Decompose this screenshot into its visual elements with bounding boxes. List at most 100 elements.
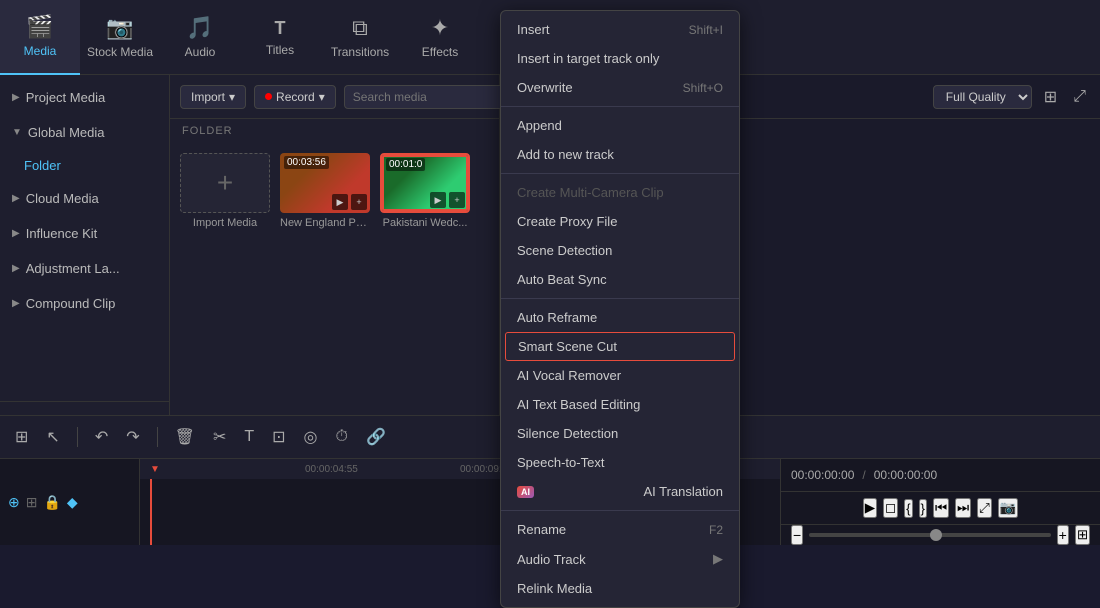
menu-scene-detection[interactable]: Scene Detection <box>501 236 739 265</box>
zoom-slider-thumb[interactable] <box>930 529 942 541</box>
redo-button[interactable]: ↷ <box>121 424 144 450</box>
link-tool[interactable]: 🔗 <box>361 424 391 450</box>
pk-duration: 00:01:0 <box>386 158 425 171</box>
search-input[interactable] <box>344 85 517 109</box>
sidebar-item-influence-kit[interactable]: ▶ Influence Kit <box>0 216 169 251</box>
menu-rename[interactable]: Rename F2 <box>501 515 739 544</box>
menu-auto-reframe-label: Auto Reframe <box>517 310 597 325</box>
sidebar-item-folder[interactable]: Folder <box>0 150 169 181</box>
menu-create-proxy-label: Create Proxy File <box>517 214 617 229</box>
arrow-icon-cloud: ▶ <box>12 193 20 204</box>
menu-insert[interactable]: Insert Shift+I <box>501 15 739 44</box>
media-item-pk[interactable]: 00:01:0 ▶ + Pakistani Wedc... <box>380 153 470 229</box>
menu-smart-scene-cut[interactable]: Smart Scene Cut <box>505 332 735 361</box>
text-tool[interactable]: T <box>239 425 259 449</box>
menu-auto-beat-label: Auto Beat Sync <box>517 272 607 287</box>
lock-icon[interactable]: 🔒 <box>43 494 60 511</box>
prev-frame-button[interactable]: ⏮ <box>933 498 949 518</box>
stop-button[interactable]: ◻ <box>883 498 898 518</box>
menu-ai-text[interactable]: AI Text Based Editing <box>501 390 739 419</box>
link-tracks-icon[interactable]: ⊞ <box>26 494 38 511</box>
expand-icon[interactable]: ⤢ <box>1069 86 1090 108</box>
menu-auto-beat[interactable]: Auto Beat Sync <box>501 265 739 294</box>
plus-icon: + <box>217 167 233 199</box>
next-frame-button[interactable]: ⏭ <box>955 498 971 518</box>
nav-media[interactable]: 🎬 Media <box>0 0 80 75</box>
media-item-ne[interactable]: 00:03:56 ▶ + New England Pa... <box>280 153 370 229</box>
mark-out-button[interactable]: } <box>919 499 927 518</box>
content-area: Import ▾ Record ▾ FOLDER + Import Media … <box>170 75 500 445</box>
nav-titles-label: Titles <box>266 43 294 57</box>
ruler-mark-0: ▼ <box>150 464 305 475</box>
quality-select[interactable]: Full Quality <box>933 85 1032 109</box>
tool-separator-2 <box>157 427 158 447</box>
nav-titles[interactable]: T Titles <box>240 0 320 75</box>
ne-play-icon: ▶ <box>332 194 348 210</box>
nav-effects[interactable]: ✦ Effects <box>400 0 480 75</box>
context-menu: Insert Shift+I Insert in target track on… <box>500 10 740 608</box>
menu-speech-to-text[interactable]: Speech-to-Text <box>501 448 739 477</box>
menu-audio-track-label: Audio Track <box>517 552 586 567</box>
menu-smart-scene-cut-label: Smart Scene Cut <box>518 339 617 354</box>
menu-ai-vocal[interactable]: AI Vocal Remover <box>501 361 739 390</box>
undo-button[interactable]: ↶ <box>90 424 113 450</box>
scene-cut-tool[interactable]: ⊞ <box>10 424 33 450</box>
sidebar-item-project-media[interactable]: ▶ Project Media <box>0 80 169 115</box>
menu-insert-target[interactable]: Insert in target track only <box>501 44 739 73</box>
playback-controls: 00:00:00:00 / 00:00:00:00 <box>781 459 1100 492</box>
play-button[interactable]: ▶ <box>863 498 877 518</box>
add-track-icon[interactable]: ⊕ <box>8 494 20 511</box>
sidebar-item-compound-clip[interactable]: ▶ Compound Clip <box>0 286 169 321</box>
media-item-import[interactable]: + Import Media <box>180 153 270 229</box>
sidebar-label-project-media: Project Media <box>26 90 105 105</box>
nav-stock-media[interactable]: 📷 Stock Media <box>80 0 160 75</box>
grid-view-icon[interactable]: ⊞ <box>1040 85 1061 109</box>
menu-insert-target-label: Insert in target track only <box>517 51 659 66</box>
menu-audio-track[interactable]: Audio Track ▶ <box>501 544 739 574</box>
menu-silence-detection-label: Silence Detection <box>517 426 618 441</box>
pointer-tool[interactable]: ↖ <box>41 424 64 450</box>
menu-relink-media[interactable]: Relink Media <box>501 574 739 603</box>
nav-stock-label: Stock Media <box>87 45 153 59</box>
time-separator: / <box>862 468 865 482</box>
marker-icon[interactable]: ◆ <box>67 494 78 511</box>
menu-silence-detection[interactable]: Silence Detection <box>501 419 739 448</box>
menu-overwrite[interactable]: Overwrite Shift+O <box>501 73 739 102</box>
sidebar-item-global-media[interactable]: ▼ Global Media <box>0 115 169 150</box>
cut-button[interactable]: ✂ <box>208 424 231 450</box>
pk-play-icon: ▶ <box>430 192 446 208</box>
fullscreen-button[interactable]: ⤢ <box>977 498 992 518</box>
zoom-out-button[interactable]: − <box>791 525 803 545</box>
grid-button[interactable]: ⊞ <box>1075 525 1090 545</box>
nav-effects-label: Effects <box>422 45 458 59</box>
snapshot-button[interactable]: 📷 <box>998 498 1019 518</box>
menu-append[interactable]: Append <box>501 111 739 140</box>
mark-in-button[interactable]: { <box>904 499 912 518</box>
nav-transitions[interactable]: ⧉ Transitions <box>320 0 400 75</box>
nav-audio[interactable]: 🎵 Audio <box>160 0 240 75</box>
menu-create-proxy[interactable]: Create Proxy File <box>501 207 739 236</box>
import-arrow-icon: ▾ <box>229 90 235 104</box>
media-grid: + Import Media 00:03:56 ▶ + New England … <box>170 143 499 239</box>
menu-add-new-track[interactable]: Add to new track <box>501 140 739 169</box>
color-tool[interactable]: ◎ <box>299 424 323 450</box>
menu-ai-translation[interactable]: AI AI Translation <box>501 477 739 506</box>
record-button[interactable]: Record ▾ <box>254 85 336 109</box>
delete-button[interactable]: 🗑 <box>170 424 200 450</box>
speed-tool[interactable]: ⏱ <box>331 425 353 449</box>
sidebar-label-compound-clip: Compound Clip <box>26 296 116 311</box>
menu-auto-reframe[interactable]: Auto Reframe <box>501 303 739 332</box>
sidebar: ▶ Project Media ▼ Global Media Folder ▶ … <box>0 75 170 445</box>
menu-create-multi-label: Create Multi-Camera Clip <box>517 185 664 200</box>
record-dot-icon <box>265 93 272 100</box>
pk-add-icon: + <box>449 192 465 208</box>
sidebar-item-adjustment[interactable]: ▶ Adjustment La... <box>0 251 169 286</box>
menu-separator-4 <box>501 510 739 511</box>
sidebar-item-cloud-media[interactable]: ▶ Cloud Media <box>0 181 169 216</box>
import-button[interactable]: Import ▾ <box>180 85 246 109</box>
zoom-in-button[interactable]: + <box>1057 525 1069 545</box>
menu-rename-shortcut: F2 <box>709 523 723 537</box>
crop-tool[interactable]: ⊡ <box>267 424 290 450</box>
total-time-display: 00:00:00:00 <box>874 468 937 482</box>
nav-audio-label: Audio <box>185 45 216 59</box>
